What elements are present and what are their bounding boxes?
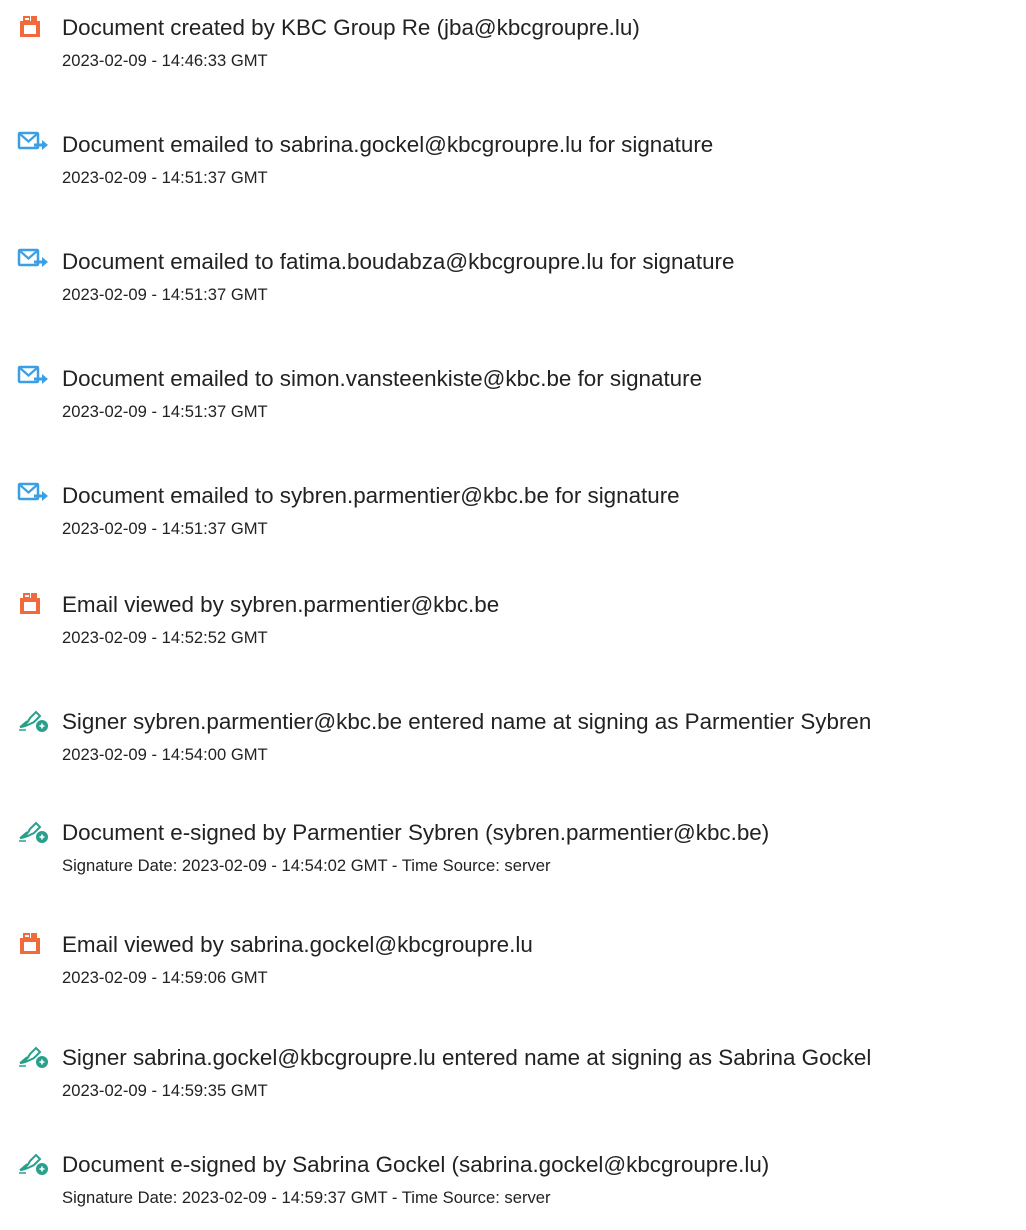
event-title: Document emailed to fatima.boudabza@kbcg… — [62, 249, 735, 274]
event-title: Signer sabrina.gockel@kbcgroupre.lu ente… — [62, 1045, 872, 1070]
email-icon — [17, 481, 51, 507]
event-title: Document e-signed by Sabrina Gockel (sab… — [62, 1152, 770, 1177]
event-signature-detail: Signature Date: 2023-02-09 - 14:54:02 GM… — [62, 856, 551, 875]
pen-icon — [17, 707, 51, 733]
pen-icon — [17, 1150, 51, 1176]
event-timestamp: 2023-02-09 - 14:51:37 GMT — [62, 402, 268, 421]
event-title: Document emailed to simon.vansteenkiste@… — [62, 366, 703, 391]
event-title: Document emailed to sabrina.gockel@kbcgr… — [62, 132, 714, 157]
audit-event: Document emailed to sabrina.gockel@kbcgr… — [0, 130, 1026, 210]
audit-event: Signer sabrina.gockel@kbcgroupre.lu ente… — [0, 1043, 1026, 1123]
audit-event: Document e-signed by Sabrina Gockel (sab… — [0, 1150, 1026, 1230]
event-timestamp: 2023-02-09 - 14:59:06 GMT — [62, 968, 268, 987]
audit-event: Email viewed by sybren.parmentier@kbc.be… — [0, 590, 1026, 670]
audit-event: Document emailed to simon.vansteenkiste@… — [0, 364, 1026, 444]
event-timestamp: 2023-02-09 - 14:59:35 GMT — [62, 1081, 268, 1100]
document-icon — [17, 13, 51, 39]
email-icon — [17, 130, 51, 156]
document-icon — [17, 590, 51, 616]
audit-event-list: Document created by KBC Group Re (jba@kb… — [0, 0, 1026, 1228]
event-title: Email viewed by sabrina.gockel@kbcgroupr… — [62, 932, 533, 957]
event-signature-detail: Signature Date: 2023-02-09 - 14:59:37 GM… — [62, 1188, 551, 1207]
event-title: Signer sybren.parmentier@kbc.be entered … — [62, 709, 872, 734]
audit-event: Document emailed to fatima.boudabza@kbcg… — [0, 247, 1026, 327]
audit-event: Email viewed by sabrina.gockel@kbcgroupr… — [0, 930, 1026, 1010]
audit-event: Signer sybren.parmentier@kbc.be entered … — [0, 707, 1026, 787]
email-icon — [17, 247, 51, 273]
event-title: Document created by KBC Group Re (jba@kb… — [62, 15, 640, 40]
audit-event: Document created by KBC Group Re (jba@kb… — [0, 13, 1026, 93]
event-timestamp: 2023-02-09 - 14:51:37 GMT — [62, 519, 268, 538]
event-timestamp: 2023-02-09 - 14:51:37 GMT — [62, 168, 268, 187]
event-title: Document e-signed by Parmentier Sybren (… — [62, 820, 770, 845]
audit-event: Document e-signed by Parmentier Sybren (… — [0, 818, 1026, 898]
event-timestamp: 2023-02-09 - 14:51:37 GMT — [62, 285, 268, 304]
event-timestamp: 2023-02-09 - 14:46:33 GMT — [62, 51, 268, 70]
pen-icon — [17, 1043, 51, 1069]
event-timestamp: 2023-02-09 - 14:52:52 GMT — [62, 628, 268, 647]
email-icon — [17, 364, 51, 390]
event-timestamp: 2023-02-09 - 14:54:00 GMT — [62, 745, 268, 764]
event-title: Email viewed by sybren.parmentier@kbc.be — [62, 592, 500, 617]
audit-event: Document emailed to sybren.parmentier@kb… — [0, 481, 1026, 561]
document-icon — [17, 930, 51, 956]
pen-icon — [17, 818, 51, 844]
event-title: Document emailed to sybren.parmentier@kb… — [62, 483, 680, 508]
